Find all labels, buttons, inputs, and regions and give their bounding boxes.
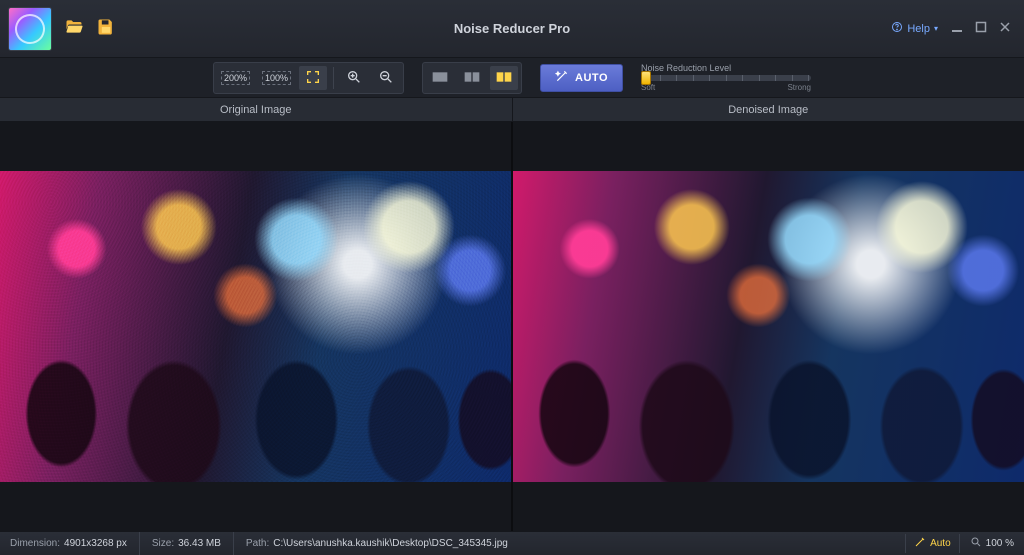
magic-wand-icon	[555, 69, 569, 86]
magic-wand-icon	[914, 536, 926, 551]
compare-single-button[interactable]	[426, 66, 454, 90]
window-maximize-button[interactable]	[970, 18, 992, 40]
zoom-in-icon	[346, 69, 362, 87]
noise-reduction-slider[interactable]	[641, 75, 811, 81]
statusbar: Dimension: 4901x3268 px Size: 36.43 MB P…	[0, 531, 1024, 555]
compare-mode-group	[422, 62, 522, 94]
maximize-icon	[975, 21, 987, 36]
fit-screen-icon	[305, 69, 321, 87]
zoom-out-icon	[378, 69, 394, 87]
path-label: Path:	[246, 538, 269, 549]
floppy-save-icon	[96, 17, 116, 40]
compare-split-button[interactable]	[458, 66, 486, 90]
zoom-icon	[970, 536, 982, 551]
compare-side-by-side-button[interactable]	[490, 66, 518, 90]
zoom-200-button[interactable]: 200%	[217, 66, 254, 90]
zoom-100-label: 100%	[262, 71, 291, 85]
path-value: C:\Users\anushka.kaushik\Desktop\DSC_345…	[273, 538, 508, 549]
zoom-out-button[interactable]	[372, 66, 400, 90]
window-close-button[interactable]	[994, 18, 1016, 40]
minimize-icon	[951, 21, 963, 36]
size-value: 36.43 MB	[178, 538, 221, 549]
denoised-pane-label: Denoised Image	[513, 98, 1024, 121]
denoised-image	[513, 171, 1024, 482]
slider-knob[interactable]	[641, 71, 651, 85]
status-auto-button[interactable]: Auto	[905, 534, 960, 553]
app-title: Noise Reducer Pro	[0, 21, 1024, 36]
app-logo	[8, 7, 52, 51]
original-image	[0, 171, 511, 482]
chevron-down-icon: ▾	[934, 24, 938, 33]
fit-screen-button[interactable]	[299, 66, 327, 90]
original-pane-label: Original Image	[0, 98, 513, 121]
folder-open-icon	[64, 17, 84, 40]
auto-denoise-button[interactable]: AUTO	[540, 64, 623, 92]
help-menu[interactable]: Help ▾	[885, 17, 944, 40]
titlebar: Noise Reducer Pro Help ▾	[0, 0, 1024, 58]
side-by-side-icon	[496, 69, 512, 87]
size-label: Size:	[152, 538, 174, 549]
save-file-button[interactable]	[92, 15, 120, 43]
open-file-button[interactable]	[60, 15, 88, 43]
zoom-200-label: 200%	[221, 71, 250, 85]
compare-header: Original Image Denoised Image	[0, 98, 1024, 122]
window-minimize-button[interactable]	[946, 18, 968, 40]
split-view-icon	[464, 69, 480, 87]
slider-max-label: Strong	[787, 83, 811, 92]
dimension-value: 4901x3268 px	[64, 538, 127, 549]
workspace	[0, 122, 1024, 531]
zoom-in-button[interactable]	[340, 66, 368, 90]
help-label: Help	[907, 23, 930, 35]
single-view-icon	[432, 69, 448, 87]
status-zoom-value: 100 %	[986, 538, 1014, 549]
zoom-group: 200% 100%	[213, 62, 404, 94]
zoom-100-button[interactable]: 100%	[258, 66, 295, 90]
denoised-image-pane[interactable]	[513, 122, 1024, 531]
dimension-label: Dimension:	[10, 538, 60, 549]
slider-title: Noise Reduction Level	[641, 63, 811, 73]
status-zoom[interactable]: 100 %	[970, 536, 1014, 551]
original-image-pane[interactable]	[0, 122, 513, 531]
noise-reduction-slider-block: Noise Reduction Level Soft Strong	[641, 63, 811, 92]
toolbar: 200% 100%	[0, 58, 1024, 98]
status-auto-label: Auto	[930, 538, 951, 549]
help-circle-icon	[891, 21, 903, 36]
auto-button-label: AUTO	[575, 72, 608, 84]
close-icon	[999, 21, 1011, 36]
